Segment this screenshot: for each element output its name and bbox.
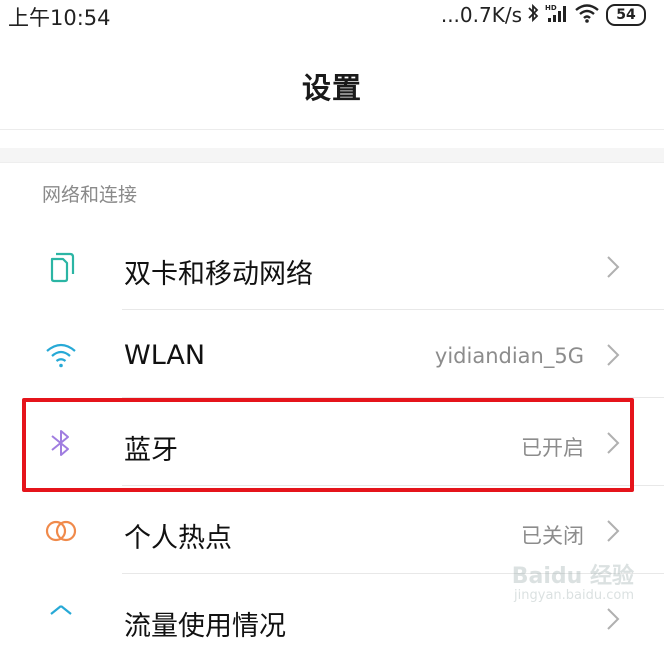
row-label: WLAN bbox=[124, 340, 206, 371]
hotspot-icon bbox=[44, 514, 78, 548]
chevron-right-icon bbox=[606, 255, 620, 279]
chevron-right-icon bbox=[606, 343, 620, 367]
row-label: 个人热点 bbox=[124, 523, 232, 554]
watermark-main: Baidu 经验 bbox=[511, 563, 634, 589]
svg-text:HD: HD bbox=[545, 4, 557, 12]
title-divider bbox=[0, 129, 664, 130]
row-value: yidiandian_5G bbox=[434, 344, 584, 368]
bluetooth-icon bbox=[526, 3, 540, 27]
watermark-sub: jingyan.baidu.com bbox=[514, 587, 634, 603]
data-usage-icon bbox=[44, 602, 78, 636]
section-header: 网络和连接 bbox=[42, 184, 138, 206]
hd-signal-icon: HD bbox=[544, 3, 570, 27]
status-icons: ...0.7K/s HD 54 bbox=[441, 3, 646, 27]
chevron-right-icon bbox=[606, 431, 620, 455]
battery-icon: 54 bbox=[606, 4, 646, 26]
chevron-right-icon bbox=[606, 519, 620, 543]
section-separator bbox=[0, 148, 664, 163]
title-bar: 设置 bbox=[0, 48, 664, 118]
bluetooth-icon bbox=[44, 426, 78, 460]
network-speed: ...0.7K/s bbox=[440, 3, 522, 27]
row-label: 流量使用情况 bbox=[124, 611, 286, 642]
row-value: 已关闭 bbox=[521, 524, 584, 548]
wifi-icon bbox=[574, 3, 600, 27]
dual-sim-icon bbox=[44, 250, 78, 284]
row-label: 蓝牙 bbox=[124, 435, 178, 466]
row-value: 已开启 bbox=[521, 436, 584, 460]
settings-row-wlan[interactable]: WLAN yidiandian_5G bbox=[0, 310, 664, 398]
settings-row-dual-sim[interactable]: 双卡和移动网络 bbox=[0, 222, 664, 310]
settings-row-hotspot[interactable]: 个人热点 已关闭 bbox=[0, 486, 664, 574]
watermark: Baidu 经验 jingyan.baidu.com bbox=[511, 563, 634, 603]
status-time: 上午10:54 bbox=[8, 6, 111, 30]
wifi-icon bbox=[44, 338, 78, 372]
page-title: 设置 bbox=[301, 71, 362, 105]
settings-row-bluetooth[interactable]: 蓝牙 已开启 bbox=[0, 398, 664, 486]
row-label: 双卡和移动网络 bbox=[124, 259, 313, 290]
status-bar: 上午10:54 ...0.7K/s HD 54 bbox=[0, 0, 664, 30]
